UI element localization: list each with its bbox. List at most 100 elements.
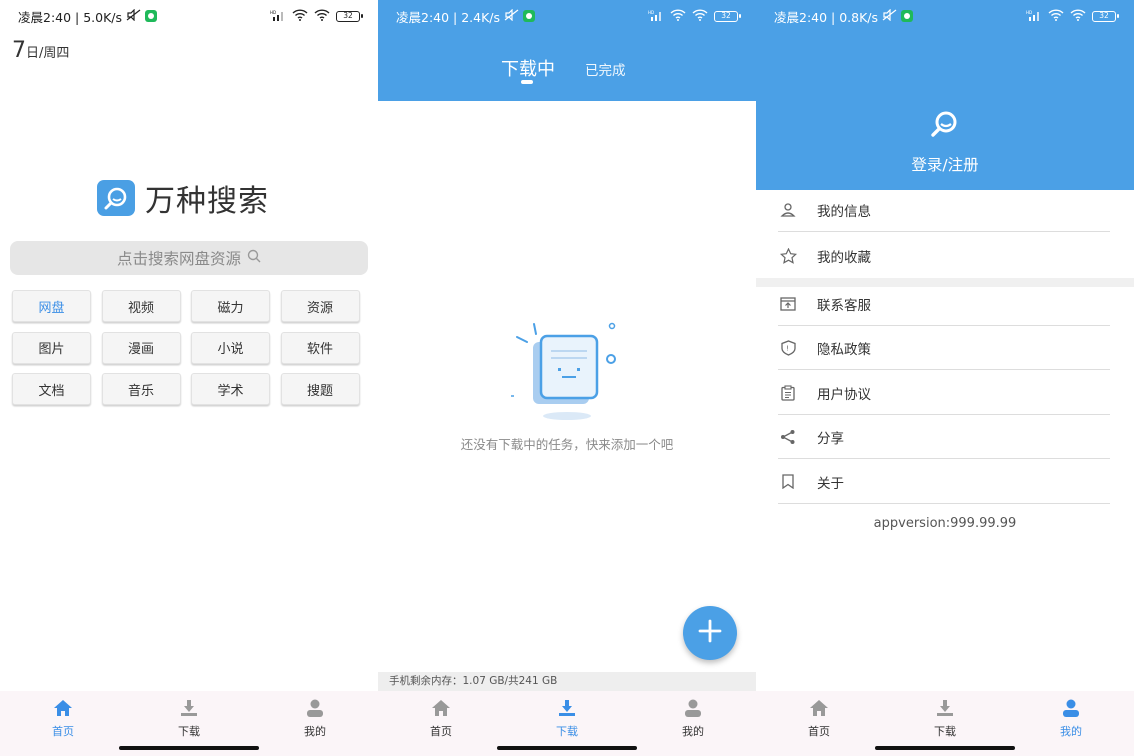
status-bar: 凌晨2:40 | 2.4K/s HD 32 bbox=[378, 0, 756, 32]
add-download-button[interactable] bbox=[683, 606, 737, 660]
menu-privacy-policy[interactable]: ! 隐私政策 bbox=[778, 326, 1110, 370]
category-button[interactable]: 磁力 bbox=[191, 290, 270, 322]
nav-download-label: 下载 bbox=[556, 725, 578, 738]
status-bar: 凌晨2:40 | 0.8K/s HD 32 bbox=[756, 0, 1134, 32]
clipboard-icon bbox=[778, 384, 798, 401]
category-button[interactable]: 文档 bbox=[12, 373, 91, 405]
menu-customer-service-label: 联系客服 bbox=[817, 297, 871, 314]
home-icon bbox=[431, 699, 451, 720]
nav-home[interactable]: 首页 bbox=[411, 699, 471, 739]
bottom-nav: 首页 下载 我的 bbox=[0, 691, 378, 756]
menu-my-favorites-label: 我的收藏 bbox=[817, 250, 871, 266]
category-button[interactable]: 漫画 bbox=[101, 331, 181, 364]
mute-icon bbox=[504, 8, 519, 24]
home-indicator[interactable] bbox=[875, 746, 1015, 750]
wifi-icon-2 bbox=[692, 8, 708, 24]
download-icon bbox=[935, 699, 955, 720]
menu-privacy-policy-label: 隐私政策 bbox=[817, 341, 871, 358]
category-button[interactable]: 学术 bbox=[191, 373, 270, 405]
nav-mine[interactable]: 我的 bbox=[1041, 699, 1101, 739]
app-name: 万种搜索 bbox=[145, 184, 269, 219]
menu-my-favorites[interactable]: 我的收藏 bbox=[778, 234, 1110, 278]
profile-header: 凌晨2:40 | 0.8K/s HD 32 登录/注册 bbox=[756, 0, 1134, 190]
user-icon bbox=[1061, 699, 1081, 720]
brand: 万种搜索 bbox=[97, 176, 269, 220]
customer-service-icon bbox=[778, 296, 798, 311]
nav-mine[interactable]: 我的 bbox=[663, 699, 723, 739]
category-button[interactable]: 搜题 bbox=[280, 373, 360, 405]
home-indicator[interactable] bbox=[119, 746, 259, 750]
svg-text:HD: HD bbox=[270, 10, 276, 15]
tab-indicator bbox=[521, 80, 533, 84]
bottom-nav: 首页 下载 我的 bbox=[756, 691, 1134, 756]
menu-about-label: 关于 bbox=[817, 475, 844, 492]
nav-home[interactable]: 首页 bbox=[33, 699, 93, 739]
menu-my-info-label: 我的信息 bbox=[817, 203, 871, 220]
empty-state-illustration bbox=[511, 318, 623, 424]
home-icon bbox=[809, 699, 829, 720]
category-button[interactable]: 软件 bbox=[280, 331, 360, 364]
signal-icon: HD bbox=[270, 9, 286, 24]
menu-user-agreement-label: 用户协议 bbox=[817, 386, 871, 403]
signal-icon: HD bbox=[1026, 9, 1042, 24]
category-button[interactable]: 音乐 bbox=[101, 373, 181, 405]
menu-about[interactable]: 关于 bbox=[778, 460, 1110, 504]
menu-share[interactable]: 分享 bbox=[778, 415, 1110, 459]
nav-mine-label: 我的 bbox=[304, 725, 326, 738]
search-bar[interactable]: 点击搜索网盘资源 bbox=[10, 241, 368, 275]
mute-icon bbox=[882, 8, 897, 24]
user-icon bbox=[778, 202, 798, 218]
plus-icon bbox=[698, 619, 722, 647]
download-screen: 凌晨2:40 | 2.4K/s HD 32 下载中 已完成 还没有下载中的任务，… bbox=[378, 0, 756, 756]
category-button[interactable]: 视频 bbox=[101, 290, 181, 322]
nav-download-label: 下载 bbox=[178, 725, 200, 738]
user-icon bbox=[683, 699, 703, 720]
wifi-icon bbox=[670, 8, 686, 24]
wifi-icon bbox=[292, 8, 308, 24]
nav-download[interactable]: 下载 bbox=[915, 699, 975, 739]
user-icon bbox=[305, 699, 325, 720]
search-icon bbox=[247, 249, 261, 267]
app-version: appversion:999.99.99 bbox=[873, 516, 1017, 531]
menu-customer-service[interactable]: 联系客服 bbox=[778, 282, 1110, 326]
empty-state-text: 还没有下载中的任务，快来添加一个吧 bbox=[460, 437, 674, 452]
login-register-link[interactable]: 登录/注册 bbox=[756, 153, 1134, 175]
svg-text:!: ! bbox=[786, 344, 789, 352]
category-button[interactable]: 图片 bbox=[12, 331, 91, 364]
tab-completed[interactable]: 已完成 bbox=[585, 59, 626, 79]
nav-download[interactable]: 下载 bbox=[159, 699, 219, 739]
date-display: 7日/周四 bbox=[12, 38, 69, 63]
share-icon bbox=[778, 429, 798, 445]
search-placeholder: 点击搜索网盘资源 bbox=[116, 250, 241, 268]
nav-mine[interactable]: 我的 bbox=[285, 699, 345, 739]
app-notification-icon bbox=[145, 10, 158, 22]
date-day: 7 bbox=[12, 38, 26, 63]
download-header: 凌晨2:40 | 2.4K/s HD 32 下载中 已完成 bbox=[378, 0, 756, 101]
menu-my-info[interactable]: 我的信息 bbox=[778, 188, 1110, 232]
nav-download[interactable]: 下载 bbox=[537, 699, 597, 739]
tab-downloading[interactable]: 下载中 bbox=[501, 55, 555, 81]
nav-home-label: 首页 bbox=[430, 725, 452, 738]
category-button[interactable]: 资源 bbox=[280, 290, 360, 322]
home-icon bbox=[53, 699, 73, 720]
app-notification-icon bbox=[901, 10, 914, 22]
avatar-logo-icon[interactable] bbox=[928, 108, 960, 140]
signal-icon: HD bbox=[648, 9, 664, 24]
battery-icon: 32 bbox=[336, 10, 363, 22]
wifi-icon-2 bbox=[1070, 8, 1086, 24]
status-time-speed: 凌晨2:40 | 0.8K/s bbox=[774, 9, 879, 25]
battery-icon: 32 bbox=[714, 10, 741, 22]
nav-mine-label: 我的 bbox=[1060, 725, 1082, 738]
app-logo-icon bbox=[97, 180, 135, 216]
status-time-speed: 凌晨2:40 | 2.4K/s bbox=[396, 9, 501, 25]
wifi-icon-2 bbox=[314, 8, 330, 24]
category-button[interactable]: 网盘 bbox=[12, 290, 91, 322]
wifi-icon bbox=[1048, 8, 1064, 24]
nav-home[interactable]: 首页 bbox=[789, 699, 849, 739]
category-button[interactable]: 小说 bbox=[191, 331, 270, 364]
menu-share-label: 分享 bbox=[817, 430, 844, 447]
menu-user-agreement[interactable]: 用户协议 bbox=[778, 371, 1110, 415]
home-indicator[interactable] bbox=[497, 746, 637, 750]
download-icon bbox=[557, 699, 577, 720]
nav-download-label: 下载 bbox=[934, 725, 956, 738]
